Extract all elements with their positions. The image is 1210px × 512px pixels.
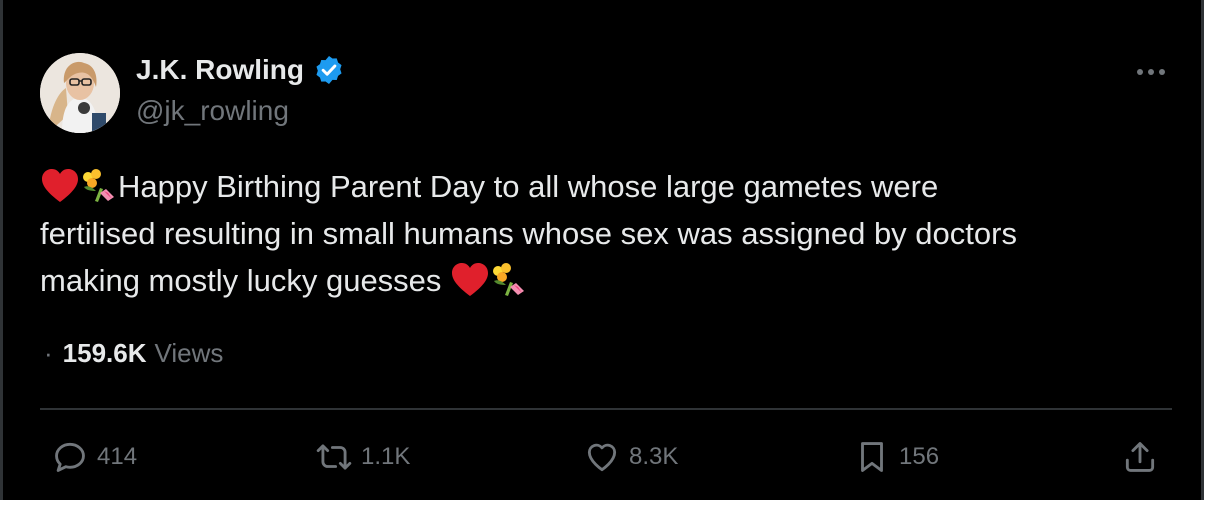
- author-name-row: J.K. Rowling: [136, 54, 345, 86]
- separator-dot: ·: [44, 338, 53, 368]
- like-button[interactable]: 8.3K: [583, 438, 678, 476]
- tweet-line-3-text: making mostly lucky guesses: [40, 263, 442, 298]
- bookmark-button[interactable]: 156: [853, 438, 939, 476]
- divider: [40, 408, 1172, 410]
- share-icon: [1125, 442, 1155, 472]
- bouquet-icon: [493, 263, 525, 296]
- tweet-line-1-text: Happy Birthing Parent Day to all whose l…: [118, 169, 939, 204]
- tweet-line-1: Happy Birthing Parent Day to all whose l…: [40, 163, 1170, 210]
- repost-button[interactable]: 1.1K: [315, 438, 410, 476]
- avatar[interactable]: [40, 53, 120, 133]
- red-heart-icon: [42, 169, 78, 202]
- reply-button[interactable]: 414: [51, 438, 137, 476]
- like-count: 8.3K: [629, 443, 679, 470]
- verified-badge-icon[interactable]: [313, 54, 345, 86]
- tweet-line-2: fertilised resulting in small humans who…: [40, 216, 1017, 251]
- heart-icon: [587, 443, 617, 472]
- repost-icon: [316, 444, 352, 470]
- bookmark-count: 156: [899, 443, 940, 470]
- views-label: Views: [154, 338, 224, 368]
- tweet-card: J.K. Rowling @jk_rowling Happy Birthing …: [0, 0, 1204, 500]
- repost-count: 1.1K: [361, 443, 411, 470]
- author-handle[interactable]: @jk_rowling: [136, 95, 289, 127]
- views-count[interactable]: 159.6K: [63, 338, 147, 369]
- share-button[interactable]: [1121, 438, 1159, 476]
- red-heart-icon: [452, 263, 489, 296]
- bookmark-icon: [861, 442, 883, 472]
- author-name[interactable]: J.K. Rowling: [136, 54, 304, 86]
- views-row: · 159.6K Views: [44, 338, 223, 369]
- avatar-photo: [40, 53, 120, 133]
- more-options-icon[interactable]: [1133, 59, 1169, 85]
- tweet-line-3: making mostly lucky guesses: [40, 257, 1170, 304]
- tweet-text: Happy Birthing Parent Day to all whose l…: [40, 163, 1170, 304]
- reply-icon: [55, 442, 85, 472]
- bouquet-icon: [83, 169, 114, 202]
- reply-count: 414: [97, 443, 138, 470]
